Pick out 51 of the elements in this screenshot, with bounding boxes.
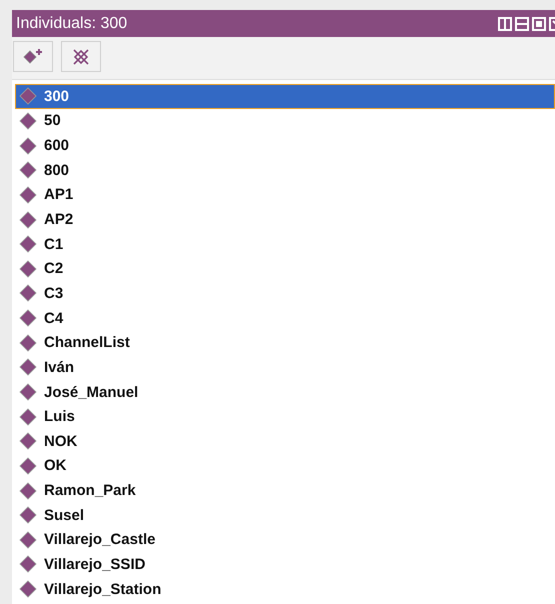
diamond-icon bbox=[18, 258, 38, 279]
individual-item[interactable]: Susel bbox=[15, 502, 555, 528]
diamond-icon bbox=[18, 110, 38, 131]
individual-item[interactable]: C4 bbox=[15, 306, 555, 330]
crossed-diamond-icon bbox=[71, 46, 91, 66]
diamond-icon bbox=[18, 308, 38, 328]
diamond-icon bbox=[18, 382, 38, 402]
diamond-icon bbox=[18, 234, 38, 254]
diamond-icon bbox=[18, 505, 38, 526]
add-individual-button[interactable] bbox=[13, 41, 53, 72]
diamond-plus-icon bbox=[22, 48, 44, 66]
diamond-icon bbox=[18, 184, 38, 205]
individual-item[interactable]: NOK bbox=[15, 428, 555, 454]
diamond-icon bbox=[18, 406, 38, 427]
individual-item[interactable]: AP1 bbox=[15, 182, 555, 208]
individual-item[interactable]: AP2 bbox=[15, 207, 555, 232]
diamond-icon bbox=[18, 332, 38, 353]
individual-item[interactable]: Villarejo_Castle bbox=[15, 528, 555, 552]
diamond-icon bbox=[18, 456, 38, 476]
diamond-icon bbox=[18, 554, 38, 574]
diamond-icon bbox=[18, 136, 38, 156]
diamond-icon bbox=[18, 530, 38, 550]
diamond-icon bbox=[18, 86, 38, 106]
individual-item[interactable]: 300 bbox=[15, 84, 555, 109]
individual-item[interactable]: José_Manuel bbox=[15, 380, 555, 404]
diamond-icon bbox=[18, 160, 38, 180]
split-vertical-icon[interactable] bbox=[498, 16, 512, 30]
diamond-icon bbox=[18, 480, 38, 501]
diamond-icon bbox=[18, 579, 38, 600]
individual-item[interactable]: C2 bbox=[15, 256, 555, 282]
maximize-icon[interactable] bbox=[532, 16, 546, 30]
individual-item[interactable]: Villarejo_SSID bbox=[15, 552, 555, 577]
individual-item[interactable]: Villarejo_Station bbox=[15, 576, 555, 602]
individual-item[interactable]: C3 bbox=[15, 281, 555, 306]
diamond-icon bbox=[18, 357, 38, 378]
individual-item[interactable]: Ramon_Park bbox=[15, 478, 555, 503]
individual-item[interactable]: C1 bbox=[15, 232, 555, 256]
individual-item[interactable]: OK bbox=[15, 454, 555, 478]
individual-item[interactable]: 50 bbox=[15, 108, 555, 134]
close-icon[interactable] bbox=[549, 16, 555, 30]
individual-item[interactable]: ChannelList bbox=[15, 330, 555, 356]
individual-item[interactable]: 800 bbox=[15, 158, 555, 183]
split-horizontal-icon[interactable] bbox=[515, 16, 529, 30]
delete-individual-button[interactable] bbox=[61, 41, 101, 72]
individual-item[interactable]: Iván bbox=[15, 355, 555, 380]
panel-title: Individuals: 300 bbox=[16, 14, 128, 32]
diamond-icon bbox=[18, 210, 38, 230]
individual-item[interactable]: 600 bbox=[15, 133, 555, 158]
individual-item[interactable]: Luis bbox=[15, 404, 555, 429]
diamond-icon bbox=[18, 431, 38, 452]
diamond-icon bbox=[18, 283, 38, 304]
